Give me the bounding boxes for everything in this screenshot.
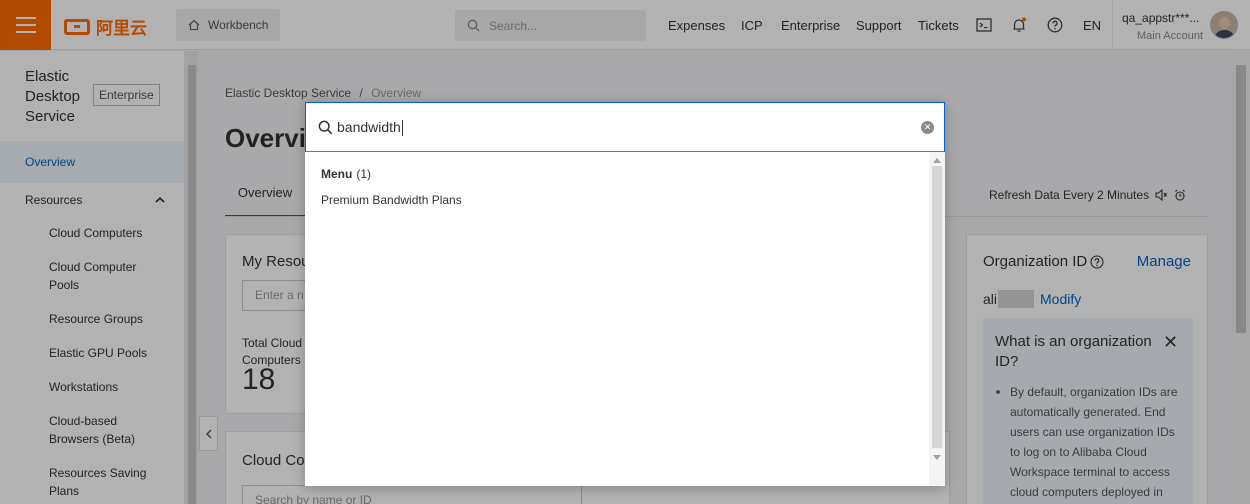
scroll-up-arrow-icon[interactable]: [933, 158, 941, 163]
results-scrollbar[interactable]: [929, 152, 945, 486]
clear-icon[interactable]: ✕: [921, 121, 934, 134]
scroll-down-arrow-icon[interactable]: [933, 455, 941, 460]
result-group-label: Menu: [321, 167, 353, 181]
scrollbar-thumb[interactable]: [932, 166, 942, 448]
search-query: bandwidth: [337, 119, 401, 135]
result-group-header: Menu (1): [321, 167, 371, 181]
search-query-wrap: bandwidth: [337, 119, 403, 137]
result-group-count: (1): [356, 167, 372, 181]
search-result-item[interactable]: Premium Bandwidth Plans: [321, 193, 462, 207]
menu-search-dialog: bandwidth ✕ Menu (1) Premium Bandwidth Pl…: [305, 102, 945, 486]
text-caret: [401, 120, 403, 137]
search-icon: [318, 120, 333, 135]
menu-search-input[interactable]: bandwidth ✕: [305, 102, 945, 152]
